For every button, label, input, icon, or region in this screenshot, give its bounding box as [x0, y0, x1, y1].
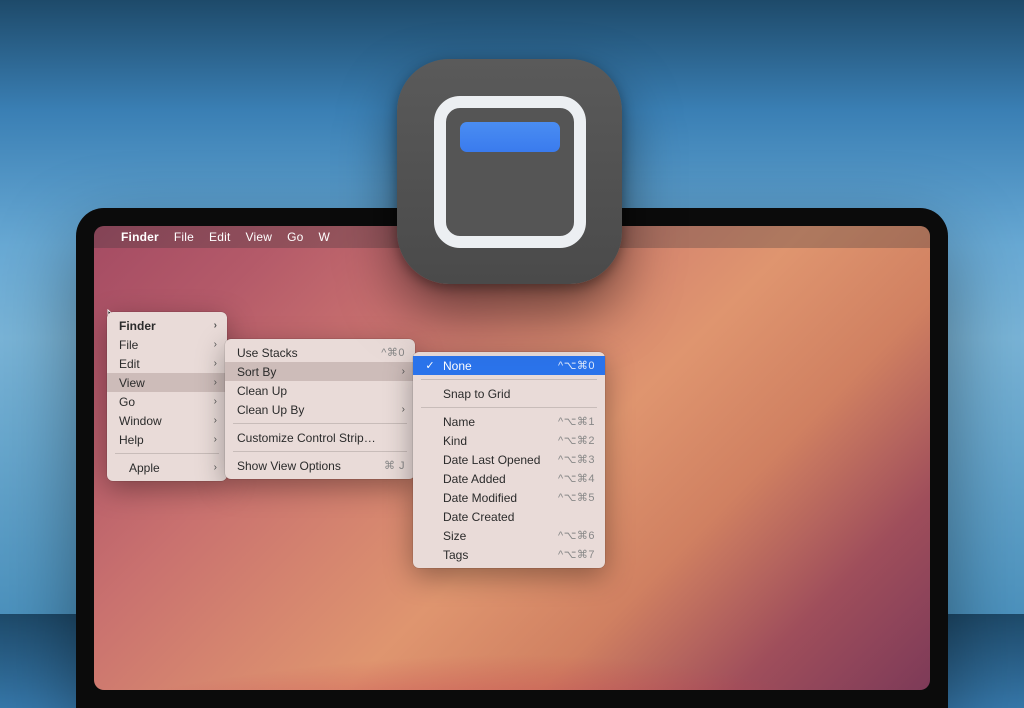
- chevron-right-icon: ›: [214, 462, 217, 473]
- menu-item-use-stacks[interactable]: Use Stacks ^⌘0: [225, 343, 415, 362]
- menu-item-view[interactable]: View›: [107, 373, 227, 392]
- chevron-right-icon: ›: [214, 415, 217, 426]
- menu-item-sort-tags[interactable]: Tags ^⌥⌘7: [413, 545, 605, 564]
- menu-item-clean-up[interactable]: Clean Up: [225, 381, 415, 400]
- menu-item-show-view-options[interactable]: Show View Options ⌘ J: [225, 456, 415, 475]
- menu-main: Finder› File› Edit› View› Go› Window› He…: [107, 312, 227, 481]
- menu-item-go[interactable]: Go›: [107, 392, 227, 411]
- keyboard-shortcut: ^⌥⌘7: [558, 548, 595, 561]
- keyboard-shortcut: ^⌥⌘4: [558, 472, 595, 485]
- menu-item-finder[interactable]: Finder›: [107, 316, 227, 335]
- chevron-right-icon: ›: [402, 366, 405, 377]
- menu-item-apple[interactable]: Apple›: [107, 458, 227, 477]
- keyboard-shortcut: ^⌥⌘2: [558, 434, 595, 447]
- menu-separator: [233, 451, 407, 452]
- menu-item-clean-up-by[interactable]: Clean Up By›: [225, 400, 415, 419]
- menubar-item-view[interactable]: View: [246, 230, 273, 244]
- menu-view: Use Stacks ^⌘0 Sort By› Clean Up Clean U…: [225, 339, 415, 479]
- keyboard-shortcut: ^⌘0: [381, 346, 405, 359]
- menubar-item-edit[interactable]: Edit: [209, 230, 230, 244]
- chevron-right-icon: ›: [214, 377, 217, 388]
- menu-item-window[interactable]: Window›: [107, 411, 227, 430]
- keyboard-shortcut: ^⌥⌘6: [558, 529, 595, 542]
- menu-item-sort-date-last-opened[interactable]: Date Last Opened ^⌥⌘3: [413, 450, 605, 469]
- menu-item-sort-none[interactable]: ✓ None ^⌥⌘0: [413, 356, 605, 375]
- app-icon: [397, 59, 622, 284]
- menu-item-sort-name[interactable]: Name ^⌥⌘1: [413, 412, 605, 431]
- menu-separator: [233, 423, 407, 424]
- menu-item-sort-by[interactable]: Sort By›: [225, 362, 415, 381]
- chevron-right-icon: ›: [214, 320, 217, 331]
- menu-item-customize-control-strip[interactable]: Customize Control Strip…: [225, 428, 415, 447]
- keyboard-shortcut: ⌘ J: [384, 459, 405, 472]
- menu-item-sort-kind[interactable]: Kind ^⌥⌘2: [413, 431, 605, 450]
- chevron-right-icon: ›: [214, 396, 217, 407]
- app-icon-inner-frame: [434, 96, 586, 248]
- laptop-screen: Finder File Edit View Go W Finder› File›…: [94, 226, 930, 690]
- app-icon-blue-bar: [460, 122, 560, 152]
- checkmark-icon: ✓: [425, 359, 435, 372]
- menu-item-sort-date-modified[interactable]: Date Modified ^⌥⌘5: [413, 488, 605, 507]
- keyboard-shortcut: ^⌥⌘0: [558, 359, 595, 372]
- menubar-item-file[interactable]: File: [174, 230, 194, 244]
- keyboard-shortcut: ^⌥⌘5: [558, 491, 595, 504]
- menu-item-file[interactable]: File›: [107, 335, 227, 354]
- menu-item-snap-to-grid[interactable]: Snap to Grid: [413, 384, 605, 403]
- menu-item-edit[interactable]: Edit›: [107, 354, 227, 373]
- menu-item-help[interactable]: Help›: [107, 430, 227, 449]
- chevron-right-icon: ›: [214, 339, 217, 350]
- keyboard-shortcut: ^⌥⌘3: [558, 453, 595, 466]
- menu-separator: [421, 407, 597, 408]
- menubar-item-finder[interactable]: Finder: [121, 230, 159, 244]
- menu-separator: [115, 453, 219, 454]
- chevron-right-icon: ›: [214, 358, 217, 369]
- keyboard-shortcut: ^⌥⌘1: [558, 415, 595, 428]
- menu-item-sort-date-created[interactable]: Date Created: [413, 507, 605, 526]
- chevron-right-icon: ›: [214, 434, 217, 445]
- menubar-item-go[interactable]: Go: [287, 230, 303, 244]
- menu-sort-by: ✓ None ^⌥⌘0 Snap to Grid Name ^⌥⌘1 Kind …: [413, 352, 605, 568]
- menu-separator: [421, 379, 597, 380]
- menubar-item-truncated[interactable]: W: [319, 230, 331, 244]
- menu-item-sort-date-added[interactable]: Date Added ^⌥⌘4: [413, 469, 605, 488]
- menu-item-sort-size[interactable]: Size ^⌥⌘6: [413, 526, 605, 545]
- chevron-right-icon: ›: [402, 404, 405, 415]
